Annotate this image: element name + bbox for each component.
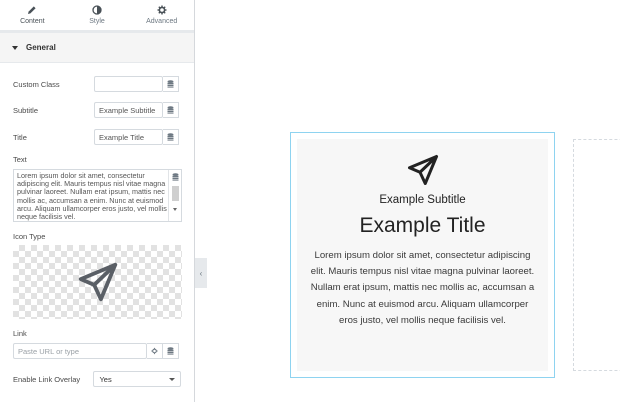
tab-advanced[interactable]: Advanced <box>129 0 194 30</box>
icon-picker[interactable] <box>13 245 182 319</box>
half-circle-icon <box>92 5 102 15</box>
title-label: Title <box>13 132 27 142</box>
link-label: Link <box>13 329 27 338</box>
chevron-left-icon: ‹ <box>199 268 203 278</box>
text-label: Text <box>13 155 27 164</box>
dynamic-tags-button[interactable] <box>163 343 179 359</box>
collapse-panel-button[interactable]: ‹ <box>195 258 207 288</box>
empty-column-placeholder <box>573 139 620 371</box>
caret-down-icon <box>12 45 18 50</box>
preview-card-inner: Example Subtitle Example Title Lorem ips… <box>297 139 548 371</box>
scroll-down-icon[interactable] <box>173 208 177 211</box>
paper-plane-icon <box>78 262 117 302</box>
preview-subtitle: Example Subtitle <box>379 194 466 206</box>
textarea-side <box>168 170 181 221</box>
gear-icon <box>157 5 167 15</box>
preview-card[interactable]: Example Subtitle Example Title Lorem ips… <box>290 132 555 378</box>
dynamic-tags-button[interactable] <box>163 102 179 118</box>
subtitle-row: Subtitle Example Subtitle <box>13 102 181 118</box>
custom-class-row: Custom Class <box>13 76 181 92</box>
database-icon <box>167 106 174 114</box>
database-icon <box>167 347 174 355</box>
tab-style-label: Style <box>89 18 105 25</box>
link-row: Paste URL or type <box>13 343 179 359</box>
link-overlay-value: Yes <box>99 374 112 384</box>
section-general-header[interactable]: General <box>0 33 194 63</box>
title-row: Title Example Title <box>13 129 181 145</box>
editor-panel: Content Style Advanced General Custom Cl… <box>0 0 195 402</box>
dynamic-tags-button[interactable] <box>163 129 179 145</box>
title-input[interactable]: Example Title <box>94 129 163 145</box>
textarea-scrollbar[interactable] <box>172 186 179 201</box>
chevron-down-icon <box>169 377 175 381</box>
link-input[interactable]: Paste URL or type <box>13 343 147 359</box>
link-options-button[interactable] <box>147 343 163 359</box>
text-textarea[interactable]: Lorem ipsum dolor sit amet, consectetur … <box>13 169 182 222</box>
section-title: General <box>26 43 56 52</box>
tab-content[interactable]: Content <box>0 0 65 30</box>
database-icon <box>167 133 174 141</box>
text-textarea-value: Lorem ipsum dolor sit amet, consectetur … <box>17 171 167 222</box>
paper-plane-icon <box>407 155 438 185</box>
tab-content-label: Content <box>20 18 45 25</box>
link-overlay-label: Enable Link Overlay <box>13 374 81 384</box>
dynamic-tags-button[interactable] <box>163 76 179 92</box>
link-overlay-row: Enable Link Overlay Yes <box>13 371 181 387</box>
tab-style[interactable]: Style <box>65 0 130 30</box>
tab-advanced-label: Advanced <box>146 18 178 25</box>
database-icon <box>167 80 174 88</box>
custom-class-input[interactable] <box>94 76 163 92</box>
custom-class-label: Custom Class <box>13 79 60 89</box>
link-overlay-select[interactable]: Yes <box>93 371 181 387</box>
gear-icon <box>151 347 158 355</box>
preview-title: Example Title <box>359 214 486 237</box>
database-icon[interactable] <box>172 173 179 181</box>
panel-tabs: Content Style Advanced <box>0 0 194 33</box>
pencil-icon <box>28 6 36 14</box>
preview-text: Lorem ipsum dolor sit amet, consectetur … <box>310 250 535 326</box>
icon-type-label: Icon Type <box>13 232 46 241</box>
subtitle-label: Subtitle <box>13 105 39 115</box>
subtitle-input[interactable]: Example Subtitle <box>94 102 163 118</box>
